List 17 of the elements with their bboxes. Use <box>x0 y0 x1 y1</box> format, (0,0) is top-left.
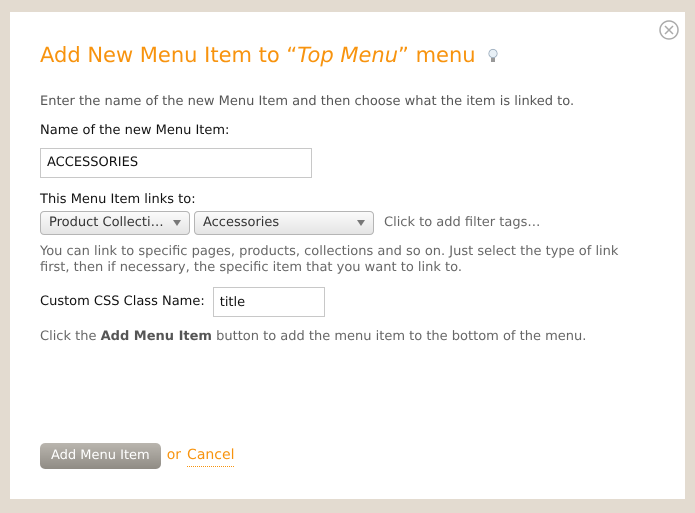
link-type-select[interactable]: Product Collecti… <box>40 211 190 235</box>
field-label: Name of the new Menu Item: <box>40 122 230 140</box>
hint-text: Click the Add Menu Item button to add the menu item to the bottom of the menu. <box>40 328 588 346</box>
intro-text: Enter the name of the new Menu Item and then choose what the item is linked to. <box>40 92 576 110</box>
link-target-select[interactable]: Accessories <box>194 211 374 235</box>
filter-tags-link[interactable]: Click to add filter tags… <box>384 213 540 233</box>
css-class-input[interactable]: title <box>212 287 325 317</box>
caret-icon <box>357 220 365 226</box>
close-icon[interactable] <box>659 20 679 40</box>
help-text: You can link to specific pages, products, collections and so on. Just select the type of link first, then if necessary, the specific item that you want to link to. <box>40 244 620 276</box>
caret-icon <box>173 220 181 226</box>
field-label: Custom CSS Class Name: <box>40 293 205 312</box>
dialog-title: Add New Menu Item to “Top Menu” menu <box>40 42 476 69</box>
name-input[interactable]: ACCESSORIES <box>40 148 312 178</box>
field-label: This Menu Item links to: <box>40 190 197 208</box>
lightbulb-icon[interactable] <box>488 48 498 64</box>
or-text: or <box>166 446 182 465</box>
